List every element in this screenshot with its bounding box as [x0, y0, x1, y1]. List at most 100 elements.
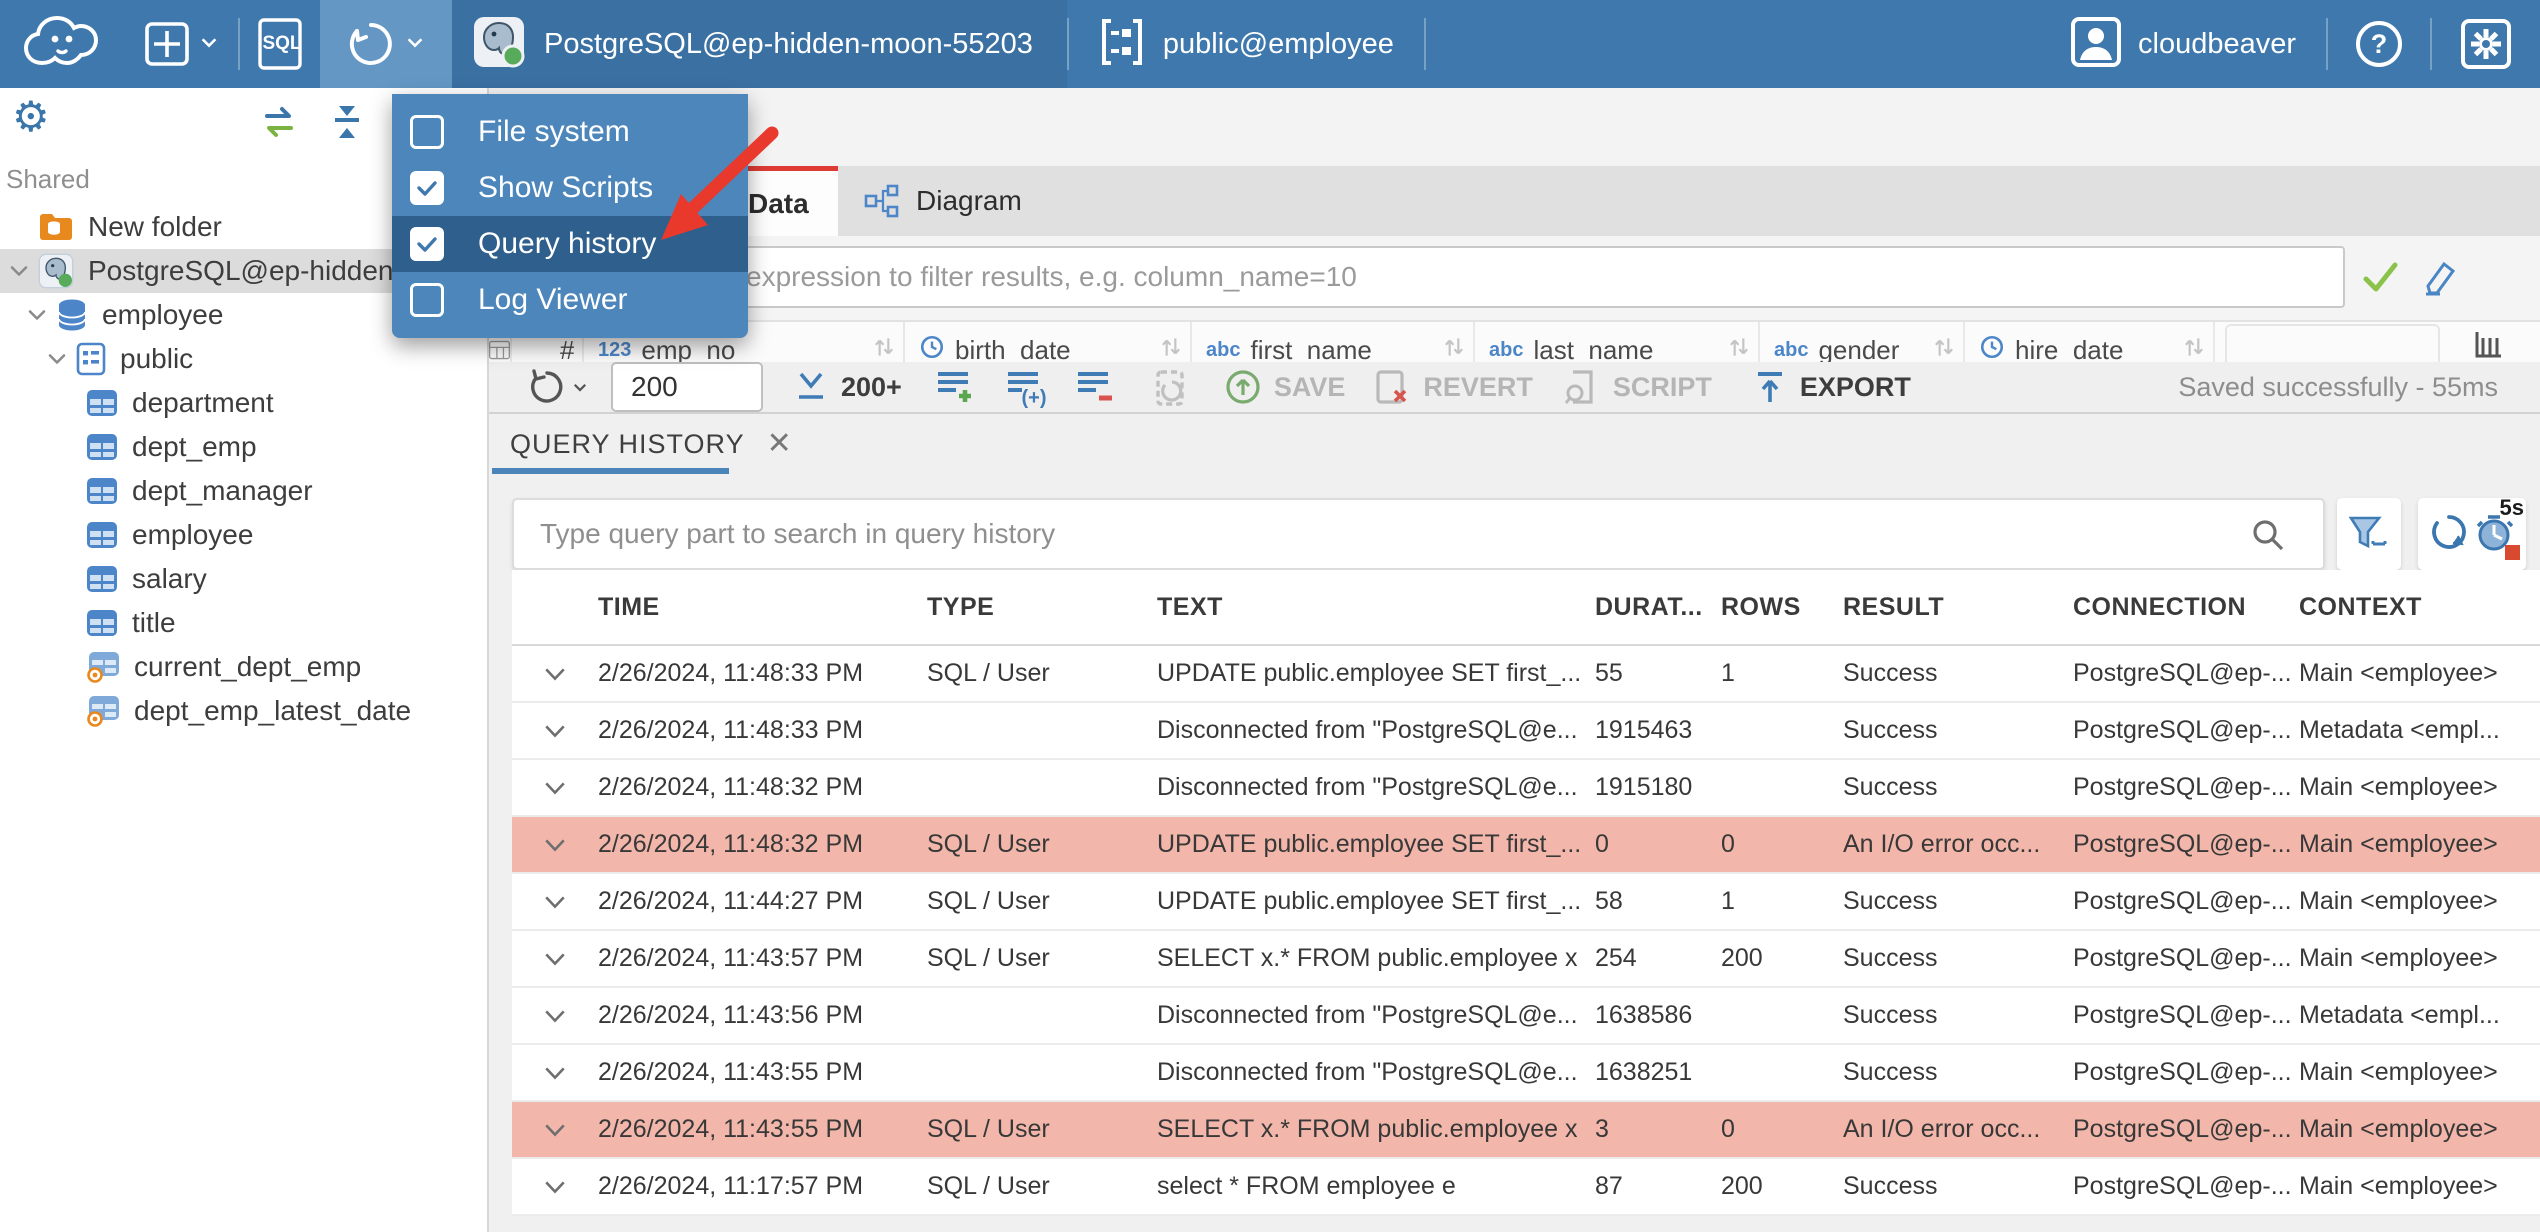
query-history-row[interactable]: 2/26/2024, 11:44:27 PM SQL / User UPDATE p…: [512, 874, 2540, 931]
query-history-row[interactable]: 2/26/2024, 11:48:33 PM SQL / User UPDATE p…: [512, 646, 2540, 703]
refresh-data-button[interactable]: [527, 367, 589, 407]
refresh-document-button[interactable]: [1152, 366, 1192, 408]
save-button[interactable]: SAVE: [1224, 368, 1345, 406]
menu-item-query-history[interactable]: Query history: [392, 216, 748, 272]
qh-cell-time: 2/26/2024, 11:44:27 PM: [598, 887, 864, 915]
query-history-filter-button[interactable]: [2337, 498, 2401, 570]
tree-item-department[interactable]: department: [0, 381, 487, 425]
sort-icon[interactable]: [1443, 334, 1465, 363]
qh-cell-text: SELECT x.* FROM public.employee x: [1157, 944, 1578, 972]
expand-row-chevron-icon[interactable]: [512, 1059, 598, 1087]
checkbox[interactable]: [410, 283, 444, 317]
query-history-row[interactable]: 2/26/2024, 11:43:55 PM Disconnected from …: [512, 1045, 2540, 1102]
expand-row-chevron-icon[interactable]: [512, 831, 598, 859]
chevron-down-icon: [198, 31, 220, 58]
tree-item-dept-emp[interactable]: dept_emp: [0, 425, 487, 469]
sort-icon[interactable]: [873, 334, 895, 363]
qh-cell-time: 2/26/2024, 11:48:32 PM: [598, 773, 864, 801]
qh-column-rows[interactable]: ROWS: [1721, 593, 1843, 622]
revert-button[interactable]: REVERT: [1373, 367, 1533, 407]
qh-cell-type: SQL / User: [927, 830, 1050, 858]
script-button[interactable]: SCRIPT: [1563, 367, 1712, 407]
checkbox-checked[interactable]: [410, 227, 444, 261]
expand-row-chevron-icon[interactable]: [512, 717, 598, 745]
chevron-down-icon[interactable]: [6, 259, 32, 283]
schema-selector[interactable]: public@employee: [1069, 0, 1424, 88]
sort-icon[interactable]: [1728, 334, 1750, 363]
tree-item-public[interactable]: public: [0, 337, 487, 381]
qh-column-result[interactable]: RESULT: [1843, 593, 2073, 622]
sort-icon[interactable]: [1160, 334, 1182, 363]
query-history-row[interactable]: 2/26/2024, 11:43:56 PM Disconnected from …: [512, 988, 2540, 1045]
query-history-row[interactable]: 2/26/2024, 11:43:55 PM SQL / User SELECT x…: [512, 1102, 2540, 1159]
connection-selector[interactable]: PostgreSQL@ep-hidden-moon-55203: [452, 0, 1067, 88]
menu-item-log-viewer[interactable]: Log Viewer: [392, 272, 748, 328]
tools-menu-button[interactable]: [320, 0, 452, 88]
grid-column-gender[interactable]: abc gender: [1760, 322, 1965, 362]
query-history-row[interactable]: 2/26/2024, 11:17:57 PM SQL / User select *…: [512, 1159, 2540, 1216]
tree-item-employee[interactable]: employee: [0, 513, 487, 557]
settings-button[interactable]: [2432, 0, 2540, 88]
sidebar-settings-gear-icon[interactable]: ⚙: [12, 96, 50, 138]
fetch-more-button[interactable]: 200+: [793, 369, 902, 405]
tree-item-dept-emp-latest-date[interactable]: dept_emp_latest_date: [0, 689, 487, 733]
chevron-down-icon[interactable]: [44, 347, 70, 371]
collapse-all-icon[interactable]: [327, 102, 367, 147]
sort-icon[interactable]: [2183, 334, 2205, 363]
expand-row-chevron-icon[interactable]: [512, 888, 598, 916]
expand-row-chevron-icon[interactable]: [512, 774, 598, 802]
query-history-row[interactable]: 2/26/2024, 11:48:32 PM Disconnected from …: [512, 760, 2540, 817]
filter-expression-input[interactable]: [720, 246, 2345, 308]
qh-column-time[interactable]: TIME: [598, 593, 927, 622]
sql-editor-button[interactable]: SQL: [240, 0, 320, 88]
grid-column-last_name[interactable]: abc last_name: [1475, 322, 1760, 362]
expand-row-chevron-icon[interactable]: [512, 1173, 598, 1201]
auto-refresh-timer-button[interactable]: 5s: [2474, 495, 2524, 560]
tree-item-salary[interactable]: salary: [0, 557, 487, 601]
sort-icon[interactable]: [1933, 334, 1955, 363]
query-history-row[interactable]: 2/26/2024, 11:43:57 PM SQL / User SELECT x…: [512, 931, 2540, 988]
menu-item-show-scripts[interactable]: Show Scripts: [392, 160, 748, 216]
grid-column-birth_date[interactable]: birth_date: [905, 322, 1192, 362]
delete-row-button[interactable]: [1074, 366, 1116, 408]
expand-row-chevron-icon[interactable]: [512, 1116, 598, 1144]
query-history-row[interactable]: 2/26/2024, 11:48:33 PM Disconnected from …: [512, 703, 2540, 760]
close-icon[interactable]: ✕: [767, 429, 792, 459]
duplicate-row-button[interactable]: (+): [1004, 366, 1046, 408]
grid-column-first_name[interactable]: abc first_name: [1192, 322, 1475, 362]
help-button[interactable]: ?: [2328, 0, 2430, 88]
qh-cell-result: Success: [1843, 1058, 1938, 1086]
sync-connection-icon[interactable]: [259, 102, 299, 147]
qh-column-connection[interactable]: CONNECTION: [2073, 593, 2299, 622]
apply-filter-check-icon[interactable]: [2359, 256, 2401, 303]
tree-item-title[interactable]: title: [0, 601, 487, 645]
table-icon: [86, 609, 118, 637]
qh-column-text[interactable]: TEXT: [1157, 593, 1595, 622]
qh-column-type[interactable]: TYPE: [927, 593, 1157, 622]
menu-item-file-system[interactable]: File system: [392, 104, 748, 160]
tab-diagram[interactable]: Diagram: [838, 166, 1058, 236]
grid-column-hire_date[interactable]: hire_date: [1965, 322, 2215, 362]
checkbox-checked[interactable]: [410, 171, 444, 205]
expand-row-chevron-icon[interactable]: [512, 945, 598, 973]
chevron-down-icon[interactable]: [24, 303, 50, 327]
query-history-search-input[interactable]: [512, 498, 2325, 570]
add-row-button[interactable]: [934, 366, 976, 408]
refresh-history-icon[interactable]: [2428, 511, 2470, 558]
tree-item-dept-manager[interactable]: dept_manager: [0, 469, 487, 513]
user-menu[interactable]: cloudbeaver: [2040, 0, 2326, 88]
grid-columns-config-icon[interactable]: [2474, 330, 2504, 362]
row-limit-input[interactable]: [611, 362, 763, 412]
tree-item-current-dept-emp[interactable]: current_dept_emp: [0, 645, 487, 689]
expand-row-chevron-icon[interactable]: [512, 660, 598, 688]
qh-column-context[interactable]: CONTEXT: [2299, 593, 2540, 622]
export-button[interactable]: EXPORT: [1752, 368, 1911, 406]
expand-row-chevron-icon[interactable]: [512, 1002, 598, 1030]
new-object-button[interactable]: [126, 0, 238, 88]
qh-cell-text: Disconnected from "PostgreSQL@e...: [1157, 1001, 1578, 1029]
tab-query-history[interactable]: QUERY HISTORY ✕: [492, 414, 810, 474]
clear-filter-eraser-icon[interactable]: [2414, 256, 2458, 305]
query-history-row[interactable]: 2/26/2024, 11:48:32 PM SQL / User UPDATE p…: [512, 817, 2540, 874]
checkbox[interactable]: [410, 115, 444, 149]
qh-column-durat[interactable]: DURAT...: [1595, 593, 1721, 622]
